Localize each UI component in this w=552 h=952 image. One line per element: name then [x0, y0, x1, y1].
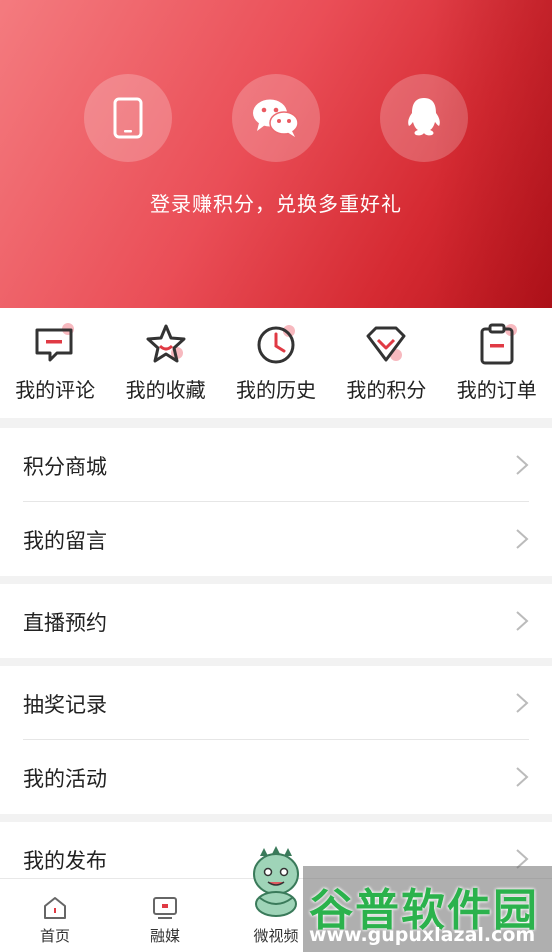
menu-label: 我的发布 — [23, 849, 107, 873]
quick-entries: 我的评论 我的收藏 我的历史 我的积分 我的订单 — [0, 308, 552, 418]
tab-home[interactable]: 首页 — [0, 879, 110, 952]
wechat-icon — [253, 99, 299, 137]
qq-login-button[interactable] — [380, 74, 468, 162]
clipboard-icon — [480, 323, 517, 365]
qq-icon — [408, 98, 440, 136]
menu-label: 我的留言 — [23, 529, 107, 553]
chevron-right-icon — [516, 455, 529, 475]
menu-label: 积分商城 — [23, 455, 107, 479]
chevron-right-icon — [516, 529, 529, 549]
menu-group: 直播预约 — [0, 584, 552, 658]
watermark-url: www.gupuxlazal.com — [309, 924, 536, 946]
menu-row-points-mall[interactable]: 积分商城 — [0, 428, 552, 502]
quick-item-favorites[interactable]: 我的收藏 — [110, 308, 220, 418]
chevron-right-icon — [516, 767, 529, 787]
login-header: 登录赚积分，兑换多重好礼 — [0, 0, 552, 308]
quick-label: 我的收藏 — [125, 378, 206, 402]
quick-item-comments[interactable]: 我的评论 — [0, 308, 110, 418]
quick-label: 我的订单 — [456, 378, 537, 402]
menu-group: 积分商城 我的留言 — [0, 428, 552, 576]
tab-label: 首页 — [39, 927, 70, 945]
menu-label: 我的活动 — [23, 767, 107, 791]
quick-item-points[interactable]: 我的积分 — [331, 308, 441, 418]
menu-row-lottery-records[interactable]: 抽奖记录 — [0, 666, 552, 740]
phone-login-button[interactable] — [84, 74, 172, 162]
quick-label: 我的历史 — [235, 378, 316, 402]
points-icon — [366, 326, 406, 362]
chevron-right-icon — [516, 611, 529, 631]
mascot-icon[interactable] — [246, 846, 306, 918]
menu-group: 抽奖记录 我的活动 — [0, 666, 552, 814]
media-icon — [153, 897, 177, 919]
star-icon — [146, 324, 186, 363]
menu-row-live-booking[interactable]: 直播预约 — [0, 584, 552, 658]
login-options — [0, 74, 552, 162]
home-icon — [44, 897, 66, 919]
quick-label: 我的积分 — [346, 378, 427, 402]
quick-label: 我的评论 — [15, 378, 96, 402]
menu-row-my-activities[interactable]: 我的活动 — [0, 740, 552, 814]
phone-icon — [113, 97, 143, 139]
menu-label: 直播预约 — [23, 611, 107, 635]
menu-row-my-messages[interactable]: 我的留言 — [0, 502, 552, 576]
watermark: 谷普软件园 www.gupuxlazal.com — [303, 866, 552, 952]
login-tip[interactable]: 登录赚积分，兑换多重好礼 — [0, 188, 552, 217]
menu-label: 抽奖记录 — [23, 693, 107, 717]
tab-media[interactable]: 融媒 — [110, 879, 220, 952]
comment-icon — [35, 323, 75, 362]
tab-label: 融媒 — [149, 927, 180, 945]
clock-icon — [257, 325, 295, 364]
quick-item-history[interactable]: 我的历史 — [221, 308, 331, 418]
wechat-login-button[interactable] — [232, 74, 320, 162]
quick-item-orders[interactable]: 我的订单 — [442, 308, 552, 418]
chevron-right-icon — [516, 693, 529, 713]
